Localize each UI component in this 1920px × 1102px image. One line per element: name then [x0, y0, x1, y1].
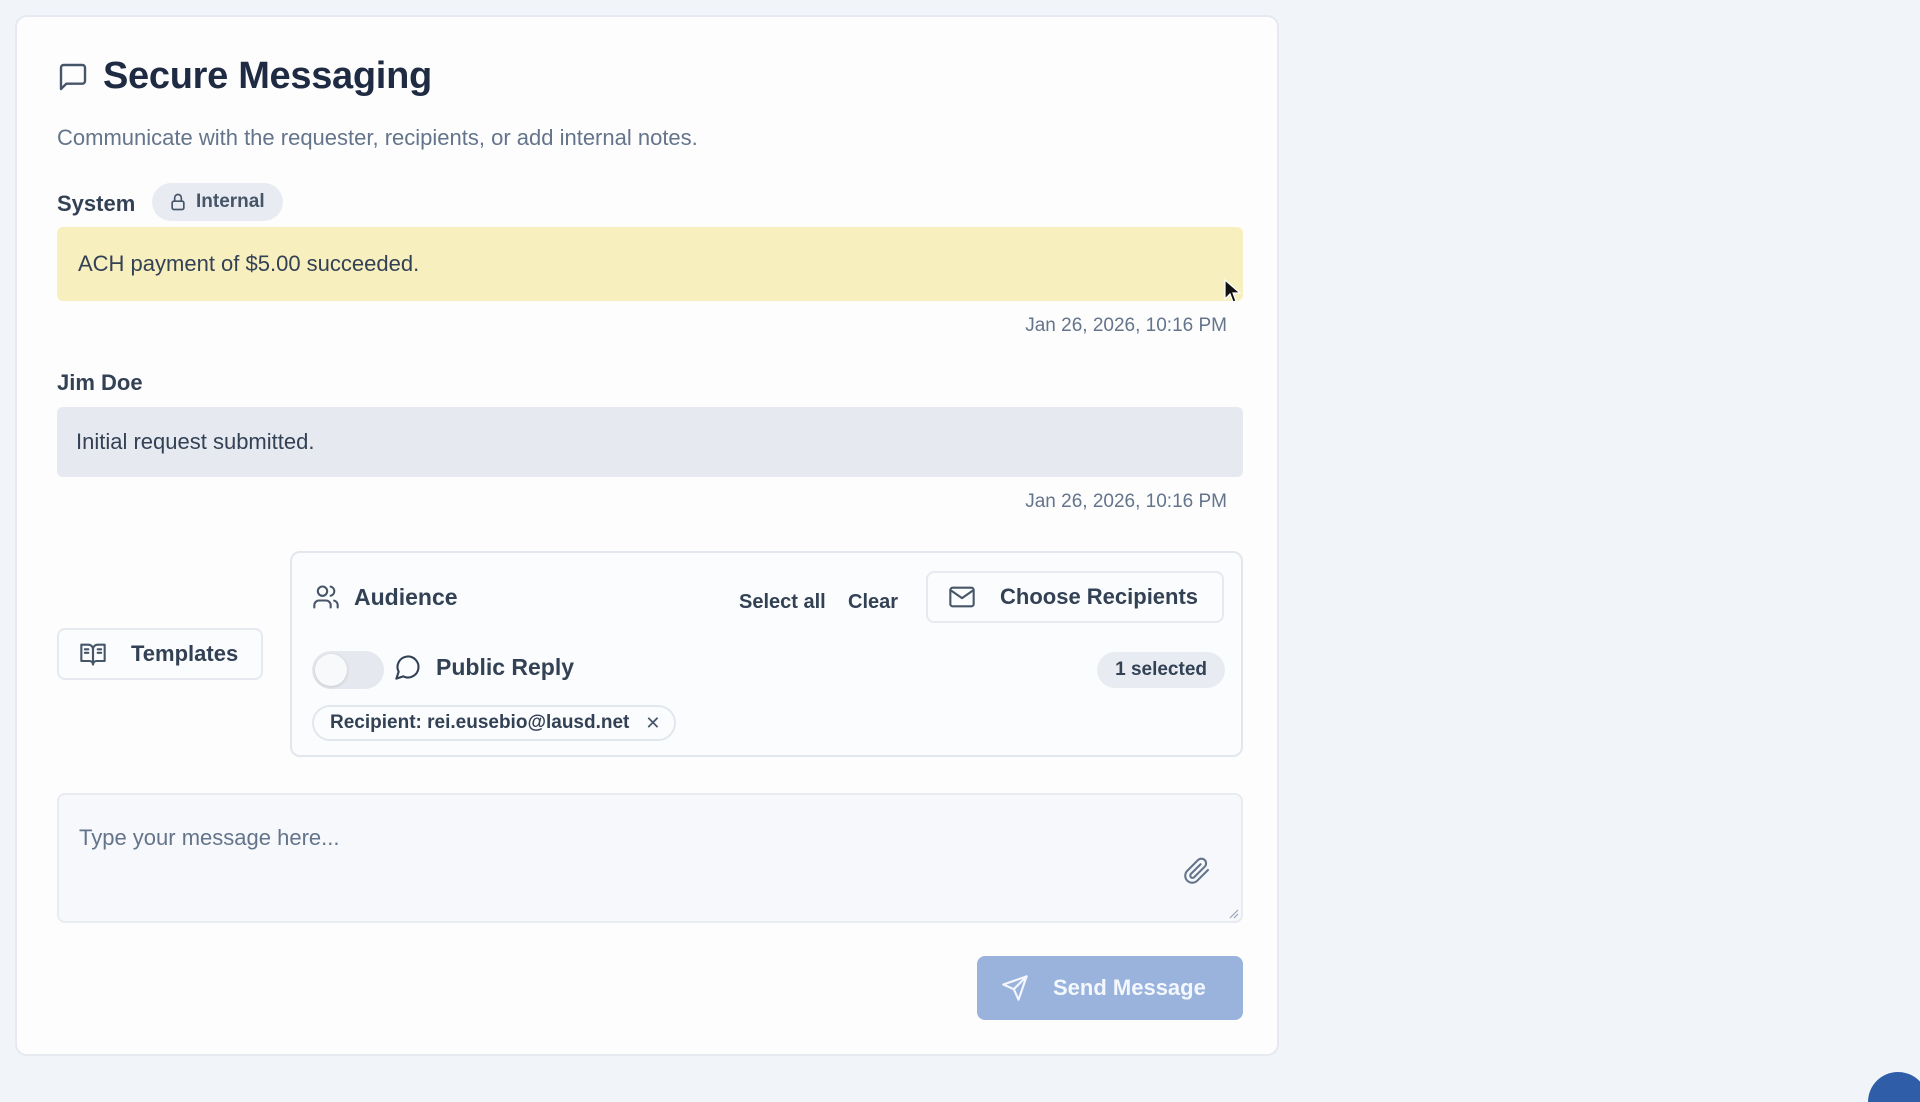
- templates-button[interactable]: Templates: [57, 628, 263, 680]
- secure-messaging-card: Secure Messaging Communicate with the re…: [15, 15, 1279, 1056]
- message-circle-icon: [395, 655, 420, 680]
- message-sender: Jim Doe: [57, 370, 143, 395]
- choose-recipients-label: Choose Recipients: [1000, 584, 1199, 609]
- message-text: ACH payment of $5.00 succeeded.: [78, 251, 420, 276]
- mouse-cursor-icon: [1224, 279, 1242, 303]
- internal-badge-label: Internal: [196, 191, 265, 212]
- page-subtitle: Communicate with the requester, recipien…: [57, 125, 698, 150]
- page-title: Secure Messaging: [103, 55, 432, 97]
- message-sender: System: [57, 191, 136, 216]
- public-reply: Public Reply: [394, 653, 574, 681]
- audience-label: Audience: [354, 583, 458, 610]
- choose-recipients-button[interactable]: Choose Recipients: [926, 571, 1224, 623]
- send-message-button[interactable]: Send Message: [977, 956, 1243, 1020]
- message-timestamp: Jan 26, 2026, 10:16 PM: [1025, 491, 1227, 512]
- select-all-button[interactable]: Select all: [739, 591, 826, 614]
- message-placeholder: Type your message here...: [79, 825, 340, 850]
- recipient-chip: Recipient: rei.eusebio@lausd.net ✕: [312, 705, 677, 741]
- title-row: Secure Messaging: [57, 55, 432, 98]
- message-input[interactable]: Type your message here...: [57, 793, 1243, 923]
- floating-widget-edge[interactable]: [1868, 1072, 1920, 1102]
- public-reply-label: Public Reply: [436, 653, 575, 680]
- message-bubble-user: Initial request submitted.: [57, 407, 1243, 477]
- public-reply-toggle[interactable]: [312, 651, 384, 689]
- send-message-label: Send Message: [1053, 975, 1206, 1000]
- send-icon: [1002, 975, 1028, 1001]
- audience-header: Audience: [312, 583, 458, 611]
- toggle-knob: [315, 654, 347, 686]
- paperclip-icon[interactable]: [1183, 857, 1211, 885]
- templates-label: Templates: [131, 641, 239, 666]
- lock-icon: [171, 193, 185, 211]
- resize-handle-icon[interactable]: [1225, 905, 1239, 919]
- message-square-icon: [59, 63, 87, 90]
- audience-panel: Audience Select all Clear Choose Recipie…: [290, 551, 1243, 757]
- recipient-chip-label: Recipient: rei.eusebio@lausd.net: [330, 712, 630, 733]
- internal-badge: Internal: [152, 183, 283, 221]
- users-icon: [313, 585, 339, 609]
- book-open-icon: [80, 643, 106, 666]
- selected-count-badge: 1 selected: [1097, 652, 1225, 688]
- message-text: Initial request submitted.: [76, 429, 315, 454]
- remove-recipient-icon[interactable]: ✕: [645, 713, 660, 734]
- message-bubble-system: ACH payment of $5.00 succeeded.: [57, 227, 1243, 301]
- clear-button[interactable]: Clear: [848, 591, 898, 614]
- message-timestamp: Jan 26, 2026, 10:16 PM: [1025, 315, 1227, 336]
- mail-icon: [949, 586, 975, 608]
